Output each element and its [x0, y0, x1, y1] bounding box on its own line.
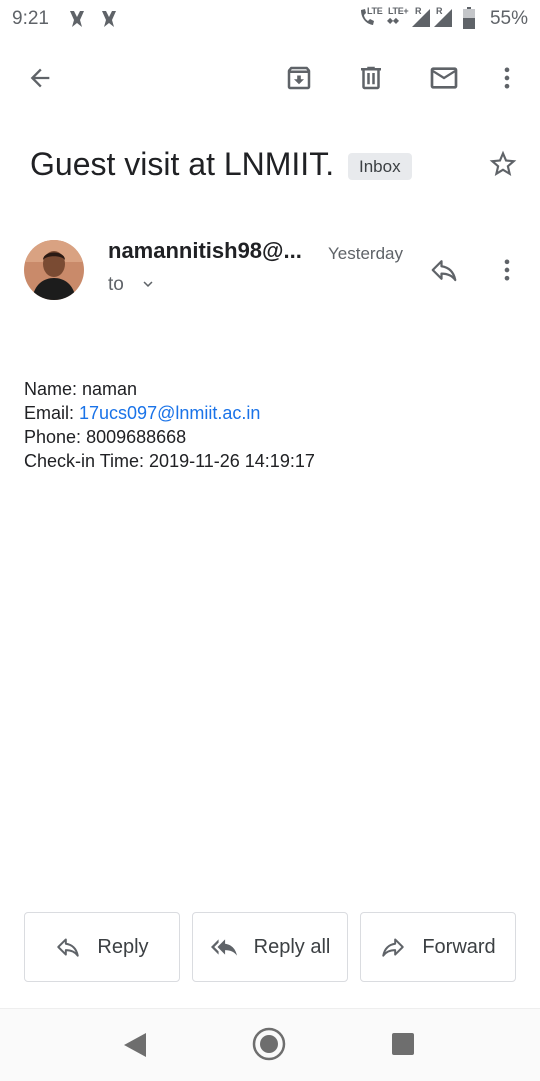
reply-icon	[57, 938, 80, 957]
email-date: Yesterday	[328, 244, 403, 263]
battery-icon	[463, 7, 475, 29]
battery-percent: 55%	[489, 8, 528, 29]
notification-icon	[70, 11, 84, 27]
inbox-label-badge[interactable]: Inbox	[348, 153, 412, 180]
reply-all-label: Reply all	[253, 935, 331, 958]
body-line-name: Name: naman	[24, 379, 138, 399]
arrow-left-icon	[30, 68, 50, 88]
archive-button[interactable]	[277, 56, 321, 100]
signal-icon	[434, 9, 452, 27]
star-button[interactable]	[481, 142, 525, 186]
network-type-2: LTE+	[388, 6, 409, 16]
delete-button[interactable]	[349, 56, 393, 100]
forward-label: Forward	[422, 935, 496, 958]
body-line-phone: Phone: 8009688668	[24, 427, 187, 447]
avatar-photo	[24, 240, 84, 300]
sender-address[interactable]: namannitish98@...	[108, 238, 302, 264]
reply-all-button[interactable]: Reply all	[192, 912, 348, 982]
system-navigation-bar	[0, 1008, 540, 1081]
mail-icon	[430, 67, 458, 89]
sender-avatar[interactable]	[24, 240, 84, 300]
recipients-toggle[interactable]: to	[108, 274, 157, 296]
star-icon	[489, 150, 517, 176]
status-bar: 9:21 LTE LTE+ ◆◆ R R 55%	[0, 0, 540, 38]
mark-unread-button[interactable]	[422, 56, 466, 100]
more-vertical-icon	[504, 259, 510, 281]
to-label: to	[108, 274, 124, 295]
email-body: Name: naman Email: 17ucs097@lnmiit.ac.in…	[24, 377, 315, 473]
forward-icon	[382, 938, 405, 957]
back-button[interactable]	[18, 56, 62, 100]
reply-button[interactable]: Reply	[24, 912, 180, 982]
notification-icon	[102, 11, 116, 27]
body-line-email: Email: 17ucs097@lnmiit.ac.in	[24, 403, 261, 423]
reply-icon	[431, 260, 457, 282]
network-activity-1: ◆◆	[387, 16, 399, 25]
signal-icon	[412, 9, 430, 27]
nav-home-icon[interactable]	[252, 1027, 286, 1061]
reply-header-button[interactable]	[422, 248, 466, 292]
trash-icon	[361, 66, 381, 90]
email-subject: Guest visit at LNMIIT.	[30, 146, 335, 182]
email-link[interactable]: 17ucs097@lnmiit.ac.in	[79, 403, 260, 423]
body-line-checkin: Check-in Time: 2019-11-26 14:19:17	[24, 451, 315, 471]
archive-icon	[287, 66, 311, 90]
nav-recents-icon[interactable]	[392, 1033, 414, 1055]
reply-label: Reply	[97, 935, 149, 958]
more-options-button[interactable]	[485, 56, 529, 100]
reply-all-icon	[210, 939, 237, 956]
chevron-down-icon	[143, 281, 153, 287]
forward-button[interactable]: Forward	[360, 912, 516, 982]
more-vertical-icon	[504, 67, 510, 89]
nav-back-icon[interactable]	[122, 1031, 148, 1059]
status-time: 9:21	[12, 8, 49, 29]
message-more-button[interactable]	[485, 248, 529, 292]
network-type-1: LTE	[367, 6, 383, 16]
